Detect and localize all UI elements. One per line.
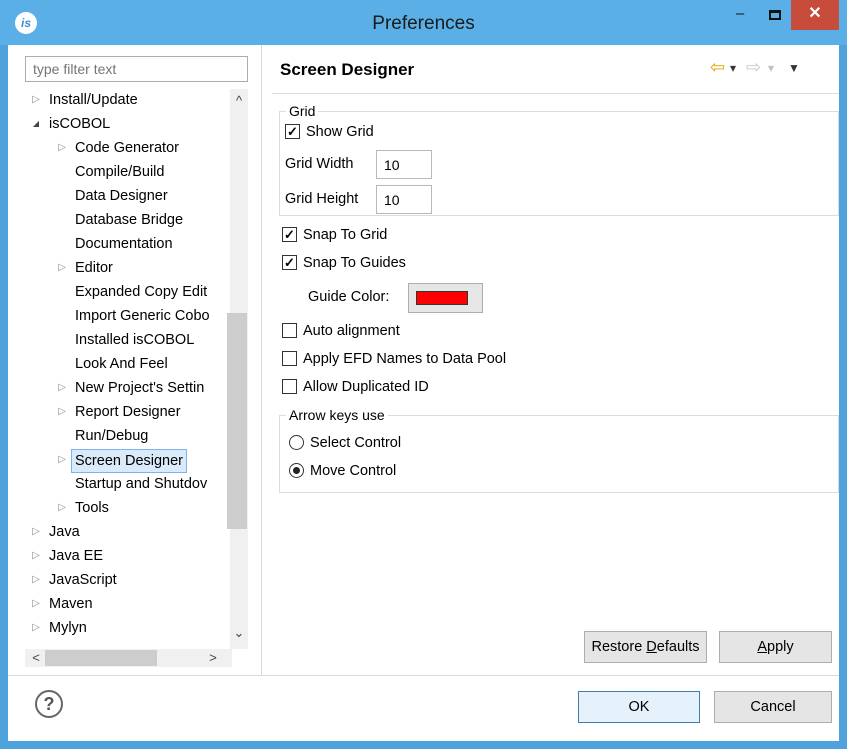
checkbox-label: Snap To Grid: [303, 227, 388, 243]
grid-width-label: Grid Width: [285, 156, 354, 172]
tree-item-label: New Project's Settin: [75, 380, 205, 396]
tree-item-label: Tools: [75, 500, 109, 516]
checkbox-box[interactable]: [282, 323, 297, 338]
forward-arrow-icon[interactable]: ⇨: [746, 57, 761, 78]
minimize-button[interactable]: –: [727, 0, 753, 30]
tree-item-label: Look And Feel: [75, 356, 168, 372]
expand-icon[interactable]: ▷: [30, 545, 42, 567]
grid-height-label: Grid Height: [285, 191, 359, 207]
expand-icon[interactable]: ▷: [56, 401, 68, 423]
tree-item-label: Run/Debug: [75, 428, 149, 444]
tree-item-label: Install/Update: [49, 92, 138, 108]
tree-item-label-selected: Screen Designer: [71, 449, 187, 473]
expand-icon[interactable]: ▷: [30, 593, 42, 615]
arrow-keys-group: [279, 415, 839, 493]
collapse-icon[interactable]: ◢: [30, 113, 42, 135]
expand-icon[interactable]: ▷: [30, 569, 42, 591]
tree-item-label: Database Bridge: [75, 212, 184, 228]
tree-item-label: Java: [49, 524, 80, 540]
tree-item-label: isCOBOL: [49, 116, 111, 132]
arrow-keys-group-title: Arrow keys use: [286, 407, 388, 423]
tree-item-label: Startup and Shutdov: [75, 476, 208, 492]
scroll-right-icon[interactable]: >: [204, 650, 222, 665]
maximize-button[interactable]: [762, 0, 788, 30]
expand-icon[interactable]: ▷: [30, 521, 42, 543]
color-swatch: [416, 291, 468, 305]
checkbox-box[interactable]: [282, 351, 297, 366]
tree-item-label: Maven: [49, 596, 93, 612]
checkbox-box[interactable]: [282, 379, 297, 394]
grid-width-field[interactable]: [376, 150, 432, 179]
restore-label-prefix: Restore: [591, 639, 647, 655]
scroll-left-icon[interactable]: <: [27, 650, 45, 665]
scroll-down-icon[interactable]: ⌄: [230, 625, 248, 641]
radio-selected-dot: [293, 467, 300, 474]
tree-item-label: Import Generic Cobo: [75, 308, 210, 324]
tree-item-label: Report Designer: [75, 404, 181, 420]
checkbox-box[interactable]: ✓: [285, 124, 300, 139]
checkbox-label: Allow Duplicated ID: [303, 379, 429, 395]
expand-icon[interactable]: ▷: [30, 89, 42, 111]
tree-horizontal-scroll-thumb[interactable]: [45, 650, 157, 666]
radio-circle[interactable]: [289, 435, 304, 450]
expand-icon[interactable]: ▷: [30, 617, 42, 639]
tree-item-label: Code Generator: [75, 140, 179, 156]
radio-label: Move Control: [310, 463, 397, 479]
checkbox-label: Show Grid: [306, 124, 374, 140]
restore-label-suffix: efaults: [656, 639, 700, 655]
maximize-icon: [769, 10, 781, 20]
apply-label-suffix: pply: [767, 639, 794, 655]
window-title: Preferences: [372, 13, 475, 34]
tree-item-label: Compile/Build: [75, 164, 165, 180]
tree-item-label: Documentation: [75, 236, 173, 252]
filter-input[interactable]: [25, 56, 248, 82]
tree-item-label: JavaScript: [49, 572, 117, 588]
back-dropdown-icon[interactable]: ▾: [730, 61, 736, 75]
restore-mnemonic: D: [646, 639, 657, 655]
expand-icon[interactable]: ▷: [56, 497, 68, 519]
radio-label: Select Control: [310, 435, 402, 451]
grid-height-field[interactable]: [376, 185, 432, 214]
tree-vertical-scroll-thumb[interactable]: [227, 313, 247, 529]
radio-circle[interactable]: [289, 463, 304, 478]
dialog-client: ▷ Install/Update ◢ isCOBOL ▷ Code Genera…: [8, 45, 839, 741]
tree-item-label: Installed isCOBOL: [75, 332, 195, 348]
tree-item-label: Expanded Copy Edit: [75, 284, 208, 300]
checkbox-label: Auto alignment: [303, 323, 400, 339]
tree-item-label: Java EE: [49, 548, 103, 564]
footer-separator: [8, 675, 839, 676]
guide-color-button[interactable]: [408, 283, 483, 313]
tree-item-label: Mylyn: [49, 620, 87, 636]
view-menu-icon[interactable]: ▼: [788, 61, 800, 75]
expand-icon[interactable]: ▷: [56, 377, 68, 399]
preference-tree: ▷ Install/Update ◢ isCOBOL ▷ Code Genera…: [25, 89, 248, 669]
expand-icon[interactable]: ▷: [56, 449, 68, 471]
apply-mnemonic: A: [757, 639, 768, 655]
pane-divider[interactable]: [261, 45, 262, 675]
title-bar: is Preferences – ✕: [0, 0, 847, 45]
ok-button[interactable]: OK: [578, 691, 700, 723]
header-separator: [272, 93, 839, 94]
tree-item-label: Data Designer: [75, 188, 168, 204]
checkbox-box[interactable]: ✓: [282, 255, 297, 270]
cancel-button[interactable]: Cancel: [714, 691, 832, 723]
restore-defaults-button[interactable]: Restore Defaults: [584, 631, 707, 663]
page-title: Screen Designer: [280, 60, 415, 79]
checkbox-label: Apply EFD Names to Data Pool: [303, 351, 507, 367]
tree-item-label: Editor: [75, 260, 113, 276]
forward-dropdown-icon[interactable]: ▾: [768, 61, 774, 75]
checkbox-label: Snap To Guides: [303, 255, 406, 271]
scroll-up-icon[interactable]: ^: [230, 93, 248, 108]
grid-group-title: Grid: [286, 103, 319, 119]
checkbox-box[interactable]: ✓: [282, 227, 297, 242]
help-icon[interactable]: ?: [35, 690, 63, 718]
expand-icon[interactable]: ▷: [56, 137, 68, 159]
back-arrow-icon[interactable]: ⇦: [710, 57, 725, 78]
guide-color-label: Guide Color:: [308, 289, 390, 305]
apply-button[interactable]: Apply: [719, 631, 832, 663]
expand-icon[interactable]: ▷: [56, 257, 68, 279]
close-button[interactable]: ✕: [791, 0, 839, 30]
